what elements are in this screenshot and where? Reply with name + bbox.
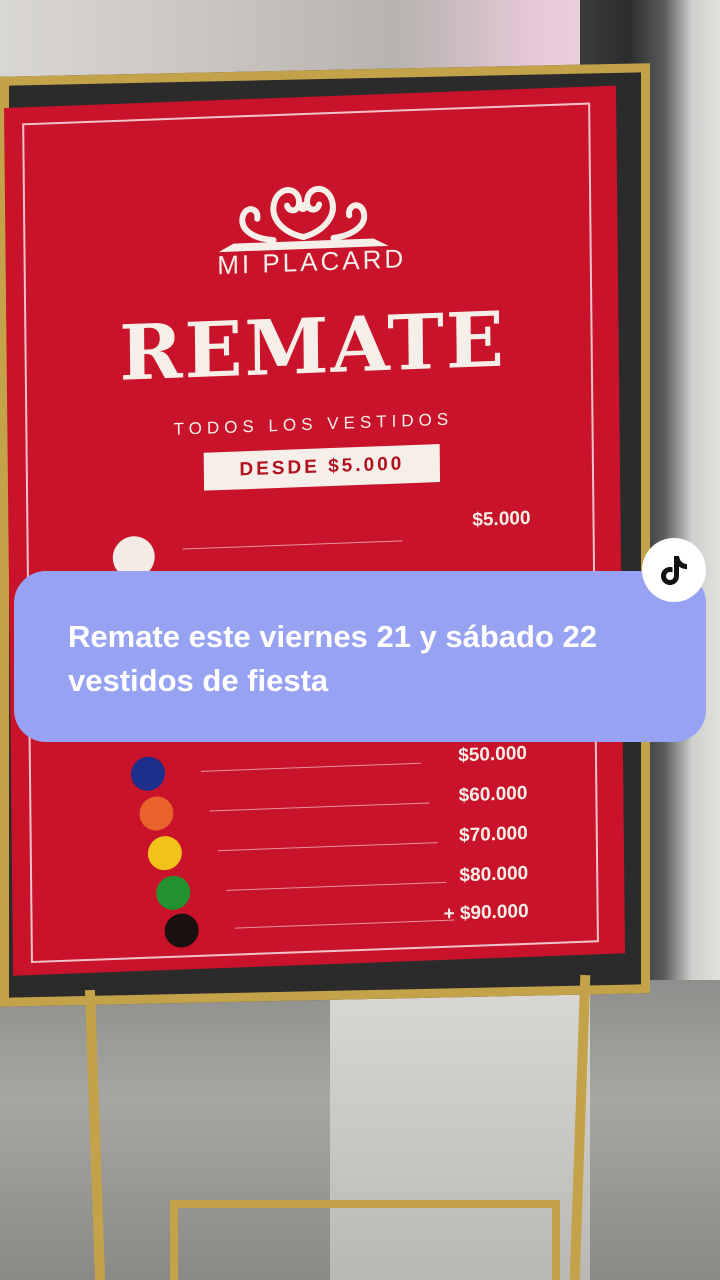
- photo-scene: MI PLACARD REMATE TODOS LOS VESTIDOS DES…: [0, 0, 720, 1280]
- color-dot: [156, 875, 191, 911]
- color-dot: [164, 912, 199, 949]
- color-dot: [139, 795, 174, 832]
- price-line: [201, 762, 422, 772]
- color-dot: [147, 835, 183, 871]
- sale-sign: MI PLACARD REMATE TODOS LOS VESTIDOS DES…: [4, 85, 626, 976]
- price-label: + $90.000: [443, 900, 529, 925]
- price-line: [182, 540, 403, 550]
- price-label: $70.000: [458, 822, 528, 847]
- caption-text: Remate este viernes 21 y sábado 22 vesti…: [68, 619, 598, 698]
- caption-overlay: Remate este viernes 21 y sábado 22 vesti…: [14, 571, 706, 742]
- color-dot: [130, 756, 166, 792]
- price-label: $5.000: [472, 507, 531, 531]
- stand-base: [170, 1200, 560, 1280]
- price-label: $80.000: [459, 862, 529, 887]
- price-label: $50.000: [458, 742, 528, 767]
- tiktok-icon: [642, 538, 706, 602]
- price-label: $60.000: [458, 782, 528, 807]
